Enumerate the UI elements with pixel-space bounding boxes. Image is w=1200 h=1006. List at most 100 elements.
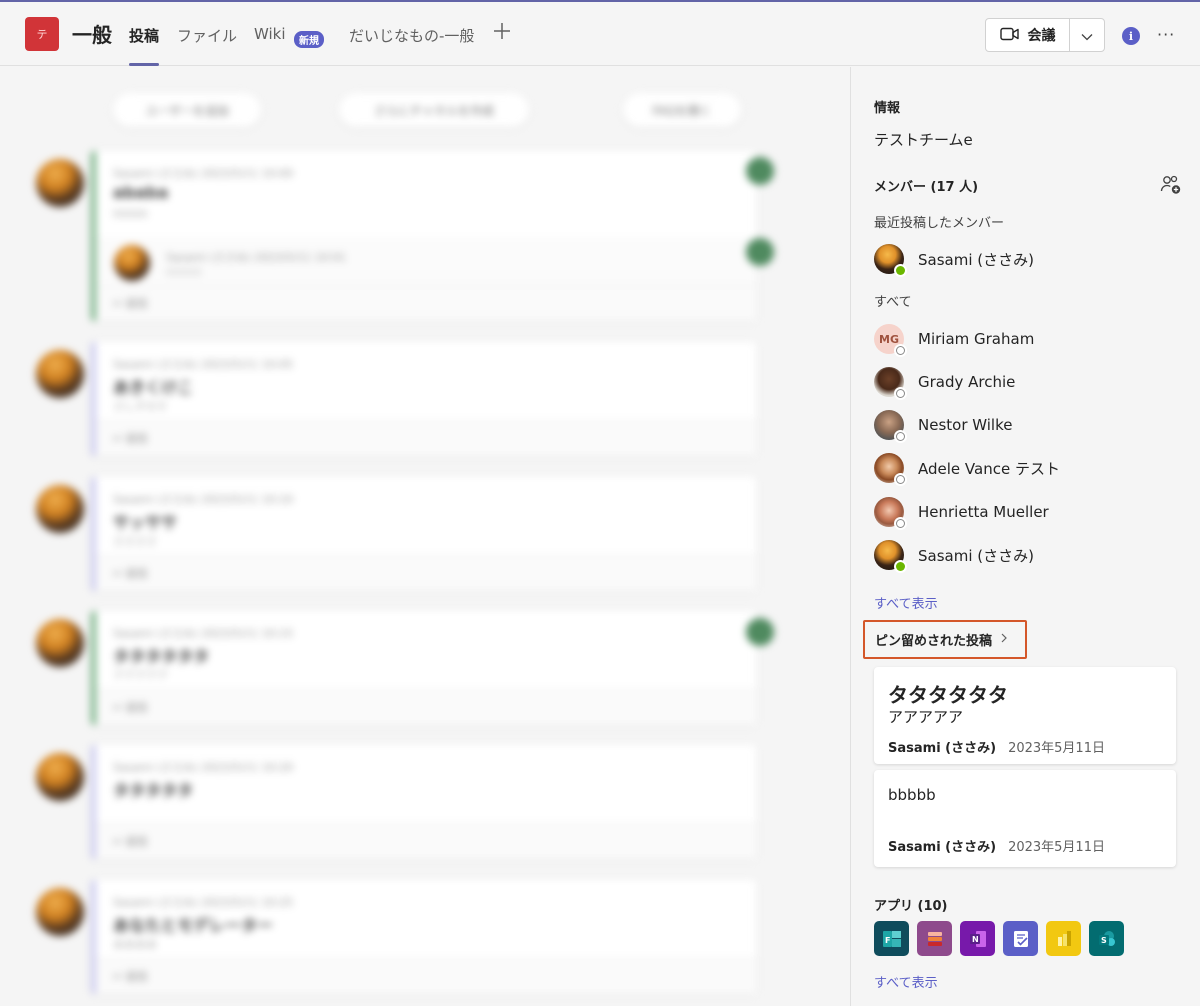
reply-link[interactable]: ↩ 返信 <box>113 699 148 715</box>
reply-area[interactable] <box>96 555 756 591</box>
tab-files[interactable]: ファイル <box>177 25 237 66</box>
chevron-right-icon <box>1000 632 1008 648</box>
member-nestor-wilke[interactable]: Nestor Wilke <box>874 409 1013 443</box>
avatar <box>36 485 84 533</box>
reply-area[interactable] <box>96 958 756 994</box>
pinned-post-card[interactable]: タタタタタタ アアアアア Sasami (ささみ) 2023年5月11日 <box>874 667 1176 764</box>
reply-area[interactable] <box>96 689 756 725</box>
show-all-members-link[interactable]: すべて表示 <box>874 593 938 612</box>
post-card[interactable]: Sasami (ささみ) 2023/5/11 10:15 タタタタタタ アアアア… <box>91 611 756 725</box>
tab-important-general[interactable]: だいじなもの-一般 <box>349 25 474 66</box>
avatar <box>36 159 84 207</box>
member-name: Henrietta Mueller <box>918 503 1049 521</box>
member-sasami[interactable]: Sasami (ささみ) <box>874 539 1034 573</box>
post-title: あきくけこ <box>113 378 194 397</box>
avatar-initials: MG <box>879 332 899 346</box>
nested-reply: Sasami (ささみ) 2023/5/11 10:01 cccccc <box>96 237 756 285</box>
powerbi-icon[interactable] <box>1046 921 1081 956</box>
pinned-posts-title: ピン留めされた投稿 <box>875 634 993 649</box>
reply-text: cccccc <box>166 265 203 278</box>
post-meta: Sasami (ささみ) 2023/5/11 10:00 <box>113 167 294 180</box>
member-recent-sasami[interactable]: Sasami (ささみ) <box>874 243 1034 277</box>
more-options-icon[interactable]: ··· <box>1157 25 1175 44</box>
avatar <box>874 244 907 277</box>
available-icon <box>894 264 907 277</box>
member-miriam-graham[interactable]: MG Miriam Graham <box>874 323 1035 357</box>
create-channel-pill[interactable]: さらにチャネルを作成 <box>339 93 529 127</box>
avatar <box>874 540 907 573</box>
member-adele-vance[interactable]: Adele Vance テスト <box>874 452 1060 486</box>
avatar <box>36 350 84 398</box>
post-card[interactable]: Sasami (ささみ) 2023/5/11 10:05 あきくけこ さしすせそ… <box>91 342 756 456</box>
offline-icon <box>894 344 907 357</box>
stream-icon[interactable] <box>917 921 952 956</box>
posts-feed[interactable]: ユーザーを追加 さらにチャネルを作成 FAQを開く Sasami (ささみ) 2… <box>0 67 851 1006</box>
reply-link[interactable]: ↩ 返信 <box>113 430 148 446</box>
reply-area[interactable] <box>96 420 756 456</box>
reply-link[interactable]: ↩ 返信 <box>113 295 148 311</box>
post-meta: Sasami (ささみ) 2023/5/11 10:20 <box>113 761 294 774</box>
member-grady-archie[interactable]: Grady Archie <box>874 366 1015 400</box>
add-tab-icon[interactable] <box>492 21 512 41</box>
reaction-dot[interactable] <box>746 618 774 646</box>
avatar: MG <box>874 324 907 357</box>
add-users-pill[interactable]: ユーザーを追加 <box>113 93 261 127</box>
reply-meta: Sasami (ささみ) 2023/5/11 10:01 <box>166 251 347 264</box>
channel-title: 一般 <box>72 23 112 47</box>
meet-button[interactable]: 会議 <box>986 19 1070 51</box>
pinned-post-meta: Sasami (ささみ) 2023年5月11日 <box>888 836 1105 855</box>
avatar <box>36 753 84 801</box>
avatar <box>114 245 150 281</box>
pinned-post-author: Sasami (ささみ) <box>888 840 997 855</box>
member-name: Sasami (ささみ) <box>918 546 1034 565</box>
post-subtitle: bbbbb <box>113 207 148 220</box>
available-icon <box>894 560 907 573</box>
tab-posts[interactable]: 投稿 <box>129 25 160 66</box>
all-members-label: すべて <box>874 295 912 310</box>
post-title: あなたとモデレーター <box>113 916 274 935</box>
post-subtitle: ああああ <box>113 938 157 951</box>
show-all-apps-link[interactable]: すべて表示 <box>874 972 938 991</box>
reaction-dot[interactable] <box>746 238 774 266</box>
avatar <box>36 888 84 936</box>
reply-link[interactable]: ↩ 返信 <box>113 833 148 849</box>
post-subtitle: アアアアア <box>113 669 168 682</box>
meet-label: 会議 <box>1027 28 1056 44</box>
post-card[interactable]: Sasami (ささみ) 2023/5/11 10:00 ababa bbbbb… <box>91 151 756 321</box>
offline-icon <box>894 473 907 486</box>
apps-title: アプリ (10) <box>874 899 948 914</box>
post-card[interactable]: Sasami (ささみ) 2023/5/11 10:20 タタタタタ ↩ 返信 <box>91 745 756 859</box>
add-member-icon[interactable] <box>1160 174 1182 196</box>
post-card[interactable]: Sasami (ささみ) 2023/5/11 10:25 あなたとモデレーター … <box>91 880 756 994</box>
post-card[interactable]: Sasami (ささみ) 2023/5/11 10:10 サッササ ささささ ↩… <box>91 477 756 591</box>
post-title: ababa <box>113 183 169 202</box>
sharepoint-icon[interactable]: S <box>1089 921 1124 956</box>
member-name: Miriam Graham <box>918 330 1035 348</box>
onenote-icon[interactable]: N <box>960 921 995 956</box>
tab-wiki[interactable]: Wiki <box>254 25 286 66</box>
pinned-post-date: 2023年5月11日 <box>1008 741 1105 756</box>
reply-link[interactable]: ↩ 返信 <box>113 565 148 581</box>
reply-area[interactable] <box>96 285 756 321</box>
info-icon[interactable]: i <box>1122 27 1140 45</box>
member-name: Nestor Wilke <box>918 416 1013 434</box>
pinned-post-card[interactable]: bbbbb Sasami (ささみ) 2023年5月11日 <box>874 770 1176 867</box>
new-badge: 新規 <box>294 31 324 48</box>
open-faq-pill[interactable]: FAQを開く <box>623 93 741 127</box>
meet-dropdown[interactable] <box>1070 19 1104 51</box>
avatar <box>874 367 907 400</box>
forms-icon[interactable]: F <box>874 921 909 956</box>
reaction-dot[interactable] <box>746 157 774 185</box>
video-camera-icon <box>999 26 1020 45</box>
pinned-post-body: アアアアア <box>888 708 964 726</box>
reply-area[interactable] <box>96 823 756 859</box>
team-avatar[interactable]: テ <box>25 17 59 51</box>
member-henrietta-mueller[interactable]: Henrietta Mueller <box>874 496 1049 530</box>
pinned-posts-header[interactable]: ピン留めされた投稿 <box>863 620 1027 659</box>
info-title: 情報 <box>874 101 901 116</box>
avatar <box>874 453 907 486</box>
post-subtitle: ささささ <box>113 535 157 548</box>
reply-link[interactable]: ↩ 返信 <box>113 968 148 984</box>
tasks-icon[interactable] <box>1003 921 1038 956</box>
pinned-post-body: bbbbb <box>888 786 936 804</box>
